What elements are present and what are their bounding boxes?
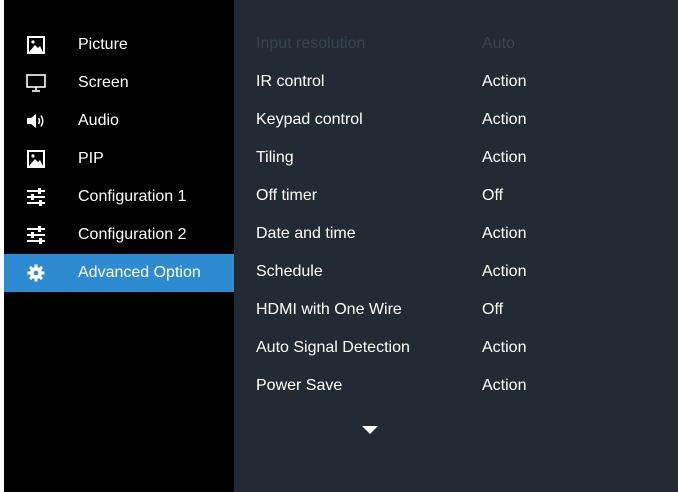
menu-row-date-and-time[interactable]: Date and time Action [234,216,678,254]
sidebar-item-label: Configuration 2 [78,226,187,243]
menu-row-value: Action [482,339,527,356]
sidebar-item-picture[interactable]: Picture [4,26,234,64]
menu-row-keypad-control[interactable]: Keypad control Action [234,102,678,140]
sliders-icon [26,187,46,207]
sidebar-item-label: PIP [78,150,104,167]
menu-row-name: Off timer [256,187,318,204]
menu-row-name: HDMI with One Wire [256,301,402,318]
menu-row-hdmi-with-one-wire[interactable]: HDMI with One Wire Off [234,292,678,330]
menu-row-name: Auto Signal Detection [256,339,410,356]
menu-row-value: Action [482,377,527,394]
menu-row-schedule[interactable]: Schedule Action [234,254,678,292]
picture-icon [26,149,46,169]
osd-menu: Picture Screen Audio PIP Configuration 1… [4,0,678,492]
menu-row-value: Action [482,225,527,242]
sidebar-item-configuration-2[interactable]: Configuration 2 [4,216,234,254]
gear-icon [26,263,46,283]
speaker-icon [26,111,46,131]
menu-row-value: Action [482,263,527,280]
menu-row-power-save[interactable]: Power Save Action [234,368,678,406]
menu-row-name: IR control [256,73,325,90]
sidebar-item-advanced-option[interactable]: Advanced Option [4,254,234,292]
sidebar-item-label: Picture [78,36,128,53]
menu-row-value: Action [482,111,527,128]
menu-row-tiling[interactable]: Tiling Action [234,140,678,178]
menu-row-name: Date and time [256,225,356,242]
menu-row-name: Power Save [256,377,343,394]
settings-panel: Input resolution Auto IR control Action … [234,0,678,492]
menu-row-name: Schedule [256,263,323,280]
sidebar-item-screen[interactable]: Screen [4,64,234,102]
sidebar-item-label: Audio [78,112,119,129]
menu-row-ir-control[interactable]: IR control Action [234,64,678,102]
sidebar-item-label: Screen [78,74,129,91]
sidebar: Picture Screen Audio PIP Configuration 1… [4,0,234,492]
menu-row-value: Action [482,149,527,166]
menu-row-value: Auto [482,35,515,52]
sidebar-item-audio[interactable]: Audio [4,102,234,140]
sidebar-item-configuration-1[interactable]: Configuration 1 [4,178,234,216]
menu-row-input-resolution: Input resolution Auto [234,26,678,64]
menu-row-name: Keypad control [256,111,363,128]
sidebar-item-label: Configuration 1 [78,188,187,205]
menu-row-value: Action [482,73,527,90]
monitor-icon [26,73,46,93]
menu-row-value: Off [482,187,504,204]
sidebar-item-pip[interactable]: PIP [4,140,234,178]
sidebar-item-label: Advanced Option [78,264,201,281]
picture-icon [26,35,46,55]
menu-row-auto-signal-detection[interactable]: Auto Signal Detection Action [234,330,678,368]
menu-row-off-timer[interactable]: Off timer Off [234,178,678,216]
triangle-down-icon[interactable] [362,422,378,434]
menu-row-name: Tiling [256,149,294,166]
menu-row-name: Input resolution [256,35,366,52]
menu-row-value: Off [482,301,504,318]
sliders-icon [26,225,46,245]
